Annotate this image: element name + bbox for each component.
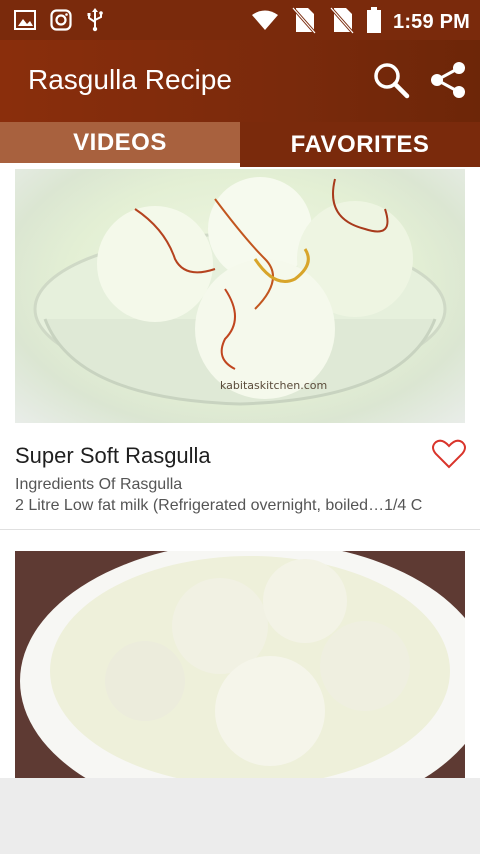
image-icon <box>14 9 36 36</box>
recipe-thumbnail-2[interactable] <box>15 551 465 778</box>
recipe-title[interactable]: Super Soft Rasgulla <box>15 443 211 469</box>
tab-bar: VIDEOS FAVORITES <box>0 122 480 167</box>
tab-favorites[interactable]: FAVORITES <box>240 122 480 167</box>
card-divider <box>0 529 480 530</box>
recipe-thumbnail[interactable]: kabitaskitchen.com <box>15 169 465 423</box>
share-icon[interactable] <box>428 60 468 105</box>
image-watermark: kabitaskitchen.com <box>220 379 328 392</box>
status-bar: 1:59 PM <box>0 0 480 40</box>
tab-videos[interactable]: VIDEOS <box>0 122 240 167</box>
search-icon[interactable] <box>372 61 410 104</box>
wifi-icon <box>251 9 279 36</box>
recipe-list[interactable]: kabitaskitchen.com Super Soft Rasgulla I… <box>0 167 480 778</box>
battery-icon <box>367 7 381 38</box>
no-sim-icon <box>291 6 317 39</box>
bottom-area <box>0 778 480 854</box>
instagram-icon <box>50 9 72 36</box>
recipe-subtitle: Ingredients Of Rasgulla <box>15 476 183 493</box>
status-time: 1:59 PM <box>393 11 470 33</box>
favorite-heart-icon[interactable] <box>432 439 466 474</box>
app-title: Rasgulla Recipe <box>28 64 232 95</box>
recipe-description: 2 Litre Low fat milk (Refrigerated overn… <box>15 497 423 514</box>
no-sim-icon-2 <box>329 6 355 39</box>
app-toolbar: Rasgulla Recipe <box>0 40 480 122</box>
usb-icon <box>86 8 104 37</box>
